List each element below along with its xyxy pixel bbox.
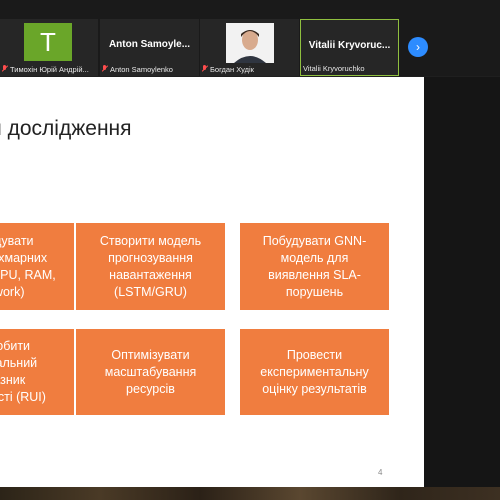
task-box: Створити модель прогнозування навантажен… xyxy=(76,223,225,310)
mic-muted-icon xyxy=(202,65,208,73)
avatar: T xyxy=(24,23,72,61)
background-strip xyxy=(0,487,500,500)
task-box: Побудувати GNN- модель для виявлення SLA… xyxy=(240,223,389,310)
participant-tile-active[interactable]: Vitalii Kryvoruc... Vitalii Kryvoruchko xyxy=(300,19,399,76)
background-panel xyxy=(424,77,500,487)
mic-muted-icon xyxy=(102,65,108,73)
task-box: Побудувати модель хмарних метрик (CPU, R… xyxy=(0,223,74,310)
slide-title: Завдання дослідження xyxy=(0,117,132,140)
participant-tile[interactable]: T Тимохін Юрій Андрій... xyxy=(0,19,98,76)
participant-name: Тимохін Юрій Андрій... xyxy=(10,65,89,74)
task-box: Оптимізувати масштабування ресурсів xyxy=(76,329,225,415)
participant-name: Vitalii Kryvoruchko xyxy=(303,64,365,73)
participant-name: Anton Samoylenko xyxy=(110,65,173,74)
mic-muted-icon xyxy=(2,65,8,73)
participant-strip: T Тимохін Юрій Андрій... Anton Samoyle..… xyxy=(0,0,500,76)
next-participants-button[interactable]: › xyxy=(408,37,428,57)
task-box: Розробити інтегральний показник надійнос… xyxy=(0,329,74,415)
participant-tile[interactable]: Anton Samoyle... Anton Samoylenko xyxy=(100,19,199,76)
avatar xyxy=(226,23,274,63)
participant-display-name: Vitalii Kryvoruc... xyxy=(308,40,391,51)
slide-page-number: 4 xyxy=(378,468,383,477)
participant-display-name: Anton Samoyle... xyxy=(108,39,191,50)
shared-slide: Завдання дослідження Побудувати модель х… xyxy=(0,77,424,487)
participant-tile[interactable]: Богдан Худік xyxy=(200,19,299,76)
participant-name: Богдан Худік xyxy=(210,65,254,74)
task-box: Провести експериментальну оцінку результ… xyxy=(240,329,389,415)
